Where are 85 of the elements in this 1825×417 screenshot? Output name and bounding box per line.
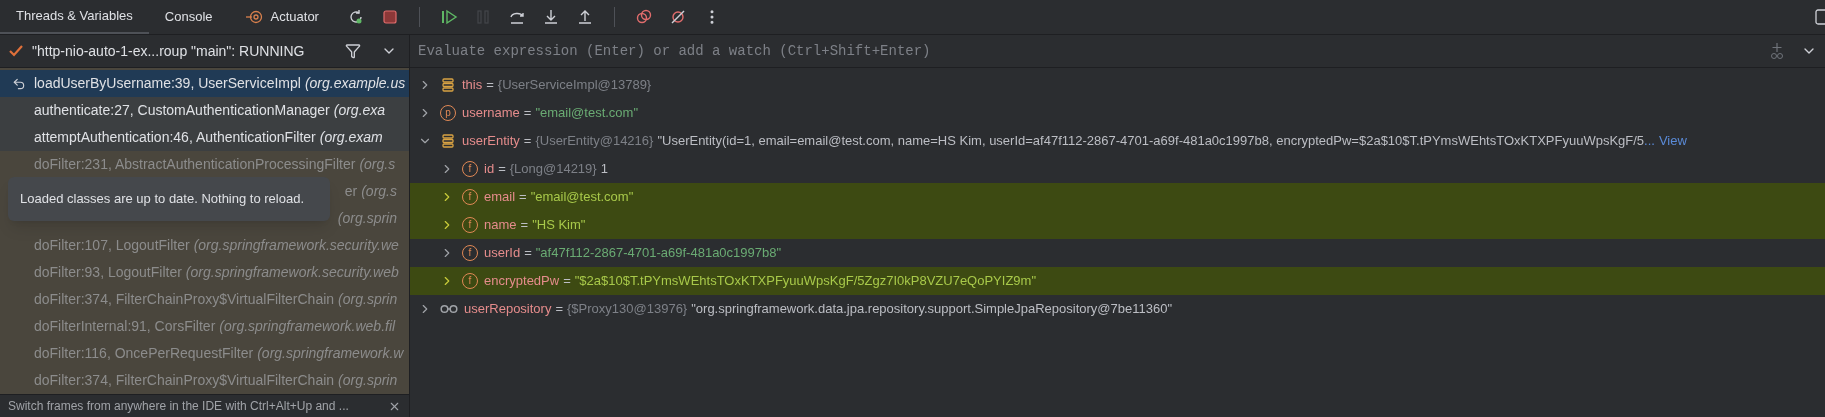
layout-icon[interactable] [1815, 9, 1825, 25]
frame-location: er [344, 182, 358, 201]
stack-frame[interactable]: attemptAuthentication:46, AuthenticationFilter (org.exam [0, 124, 409, 151]
frame-package: (org.s [361, 182, 397, 201]
thread-selector[interactable]: "http-nio-auto-1-ex...roup "main": RUNNING [32, 40, 305, 62]
frame-package: (org.example.us [304, 74, 406, 93]
variable-row[interactable]: userRepository = {$Proxy130@13976} "org.springframework.data.jpa.repository.support.SimpleJpaRepository@7be11360" [410, 295, 1825, 323]
variable-value: 1 [600, 160, 608, 179]
frame-location: authenticate:27, CustomAuthenticationManager [34, 101, 330, 120]
object-icon [440, 77, 456, 93]
equals-sign: = [563, 272, 571, 291]
variable-value: "$2a$10$T.tPYmsWEhtsTOxKTXPFyuuWpsKgF/5Zgz7I0kP8VZU7eQoPYIZ9m" [574, 272, 1037, 291]
stack-frame[interactable]: loadUserByUsername:39, UserServiceImpl (org.example.us [0, 70, 409, 97]
variable-name: id [484, 160, 495, 179]
object-icon [440, 133, 456, 149]
frame-package: (org.exam [319, 128, 383, 147]
stop-icon[interactable] [380, 8, 399, 26]
variable-row[interactable]: f userId = "af47f112-2867-4701-a69f-481a0c1997b8" [410, 239, 1825, 267]
variable-row[interactable]: f name = "HS Kim" [410, 211, 1825, 239]
evaluate-field[interactable]: Evaluate expression (Enter) or add a watch (Ctrl+Shift+Enter) [418, 40, 1769, 62]
equals-sign: = [486, 76, 494, 95]
equals-sign: = [498, 160, 506, 179]
variable-row[interactable]: p username = "email@test.com" [410, 99, 1825, 127]
variable-value: "email@test.com" [530, 188, 634, 207]
variable-name: encryptedPw [484, 272, 560, 291]
frame-package: (org.springframework.security.we [193, 236, 399, 255]
check-icon [8, 44, 24, 58]
variable-type: {UserServiceImpl@13789} [497, 76, 652, 95]
frame-package: (org.springframework.web.fil [219, 317, 396, 336]
tooltip: Loaded classes are up to date. Nothing to reload. [8, 177, 330, 221]
variable-name: username [462, 104, 520, 123]
frame-package: (org.s [359, 155, 396, 174]
frame-package: (org.springframework.security.web [185, 263, 399, 282]
variable-row[interactable]: f email = "email@test.com" [410, 183, 1825, 211]
equals-sign: = [519, 188, 527, 207]
ellipsis: ... [1644, 132, 1655, 151]
variable-value: "email@test.com" [535, 104, 639, 123]
frame-location: doFilter:374, FilterChainProxy$VirtualFilterChain [34, 371, 335, 390]
equals-sign: = [523, 132, 532, 151]
variable-name: userId [484, 244, 521, 263]
frame-location: doFilter:107, LogoutFilter [34, 236, 190, 255]
frame-package: (org.sprin [338, 290, 398, 309]
stack-frame[interactable]: authenticate:27, CustomAuthenticationManager (org.exa [0, 97, 409, 124]
variable-name: email [484, 188, 516, 207]
variable-name: name [484, 216, 517, 235]
variable-name: this [462, 76, 483, 95]
variable-value: "UserEntity(id=1, email=email@test.com, name=HS Kim, userId=af47f112-2867-4701-a69f-481a0c1997b8, encryptedPw=$2a$10$T.tPYmsWEhtsTOxKTXPFyuuWpsKgF/5 [657, 132, 1645, 151]
frame-location: attemptAuthentication:46, AuthenticationFilter [34, 128, 316, 147]
variable-type: {$Proxy130@13976} [567, 300, 688, 319]
frame-location: doFilter:374, FilterChainProxy$VirtualFilterChain [34, 290, 335, 309]
breakpoints-icon[interactable] [634, 8, 653, 26]
variable-value: "HS Kim" [532, 216, 586, 235]
frame-package: (org.sprin [338, 371, 398, 390]
filter-icon[interactable] [345, 43, 361, 59]
variable-row[interactable]: userEntity = {UserEntity@14216} "UserEntity(id=1, email=email@test.com, name=HS Kim, userId=af47f112-2867-4701-a69f-481a0c1997b8, encryptedPw=$2a$10$T.tPYmsWEhtsTOxKTXPFyuuWpsKgF/5... View [410, 127, 1825, 155]
variable-value: "org.springframework.data.jpa.repository.support.SimpleJpaRepository@7be11360" [691, 300, 1173, 319]
tab[interactable]: Actuator [228, 0, 335, 34]
variable-type: {UserEntity@14216} [535, 132, 654, 151]
equals-sign: = [555, 300, 564, 319]
frame-location: doFilter:93, LogoutFilter [34, 263, 182, 282]
variable-row[interactable]: f id = {Long@14219} 1 [410, 155, 1825, 183]
frame-location: doFilter:116, OncePerRequestFilter [34, 344, 254, 363]
variable-type: {Long@14219} [509, 160, 597, 179]
variable-row[interactable]: f encryptedPw = "$2a$10$T.tPYmsWEhtsTOxKTXPFyuuWpsKgF/5Zgz7I0kP8VZU7eQoPYIZ9m" [410, 267, 1825, 295]
hint-text: Switch frames from anywhere in the IDE with Ctrl+Alt+Up and ... [8, 398, 349, 415]
variable-name: userRepository [464, 300, 552, 319]
tab[interactable]: Threads & Variables [0, 0, 149, 34]
frame-location: doFilter:231, AbstractAuthenticationProcessingFilter [34, 155, 356, 174]
tab[interactable]: Console [148, 0, 229, 34]
equals-sign: = [520, 216, 529, 235]
variable-row[interactable]: this = {UserServiceImpl@13789} [410, 71, 1825, 99]
equals-sign: = [524, 244, 532, 263]
frame-package: (org.exa [333, 101, 386, 120]
variable-name: userEntity [462, 132, 520, 151]
frame-package: (org.sprin [337, 209, 397, 228]
add-watch-icon[interactable] [1769, 42, 1785, 60]
frame-package: (org.springframework.w [257, 344, 404, 363]
drop-frame-icon[interactable] [12, 76, 26, 91]
equals-sign: = [523, 104, 532, 123]
resume-icon[interactable] [439, 8, 458, 26]
glasses-icon [440, 303, 458, 315]
variable-value: "af47f112-2867-4701-a69f-481a0c1997b8" [535, 244, 782, 263]
view-link[interactable]: View [1658, 131, 1687, 151]
frame-location: doFilterInternal:91, CorsFilter [34, 317, 216, 336]
frame-location: loadUserByUsername:39, UserServiceImpl [34, 74, 301, 93]
